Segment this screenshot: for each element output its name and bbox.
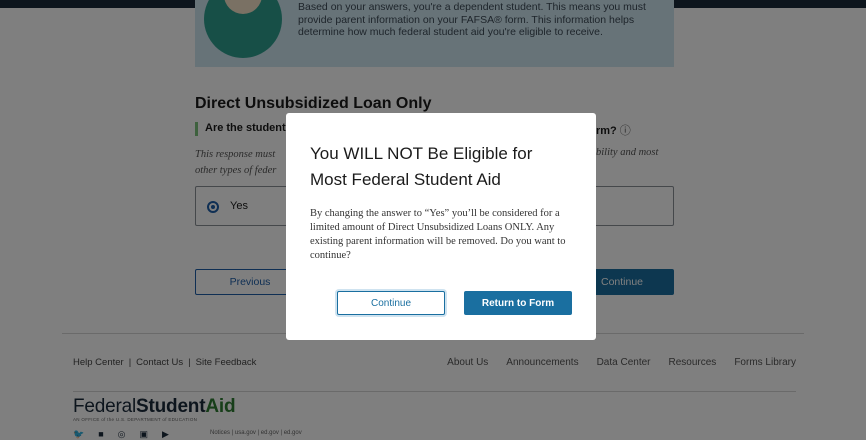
return-to-form-button[interactable]: Return to Form — [464, 291, 572, 315]
eligibility-warning-modal: You WILL NOT Be Eligible for Most Federa… — [286, 113, 596, 340]
modal-title: You WILL NOT Be Eligible for Most Federa… — [310, 144, 533, 189]
modal-body: By changing the answer to “Yes” you’ll b… — [310, 208, 566, 261]
modal-continue-button[interactable]: Continue — [337, 291, 445, 315]
